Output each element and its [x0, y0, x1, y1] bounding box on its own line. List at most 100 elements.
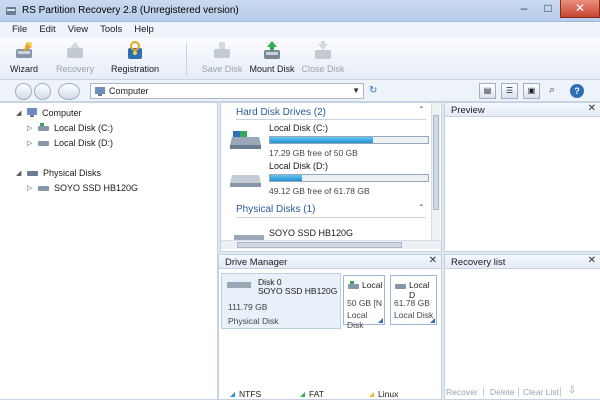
vertical-scrollbar[interactable] — [431, 103, 440, 241]
view-save-button[interactable]: ▣ — [523, 83, 540, 99]
address-bar: Computer ▼ ↻ ▤ ☰ ▣ ⌕ ? — [0, 80, 600, 102]
legend-ntfs: NTFS — [230, 389, 261, 399]
wizard-button[interactable]: Wizard — [6, 40, 42, 78]
tree-expand-icon[interactable]: ▷ — [27, 139, 37, 147]
ntfs-marker — [430, 318, 435, 323]
app-icon — [6, 7, 16, 15]
hard-drive-icon — [230, 175, 261, 187]
linux-color-swatch — [369, 391, 374, 397]
back-button[interactable] — [15, 83, 32, 100]
button-separator — [560, 387, 561, 397]
window-title: RS Partition Recovery 2.8 (Unregistered … — [22, 5, 239, 16]
search-icon[interactable]: ⌕ — [549, 84, 555, 97]
close-window-button[interactable]: ✕ — [560, 0, 600, 18]
toolbar: Wizard Recovery Registration Save Disk M… — [0, 38, 600, 80]
recovery-list-panel: Recovery list ✕ — [444, 254, 600, 400]
disk-0-card[interactable]: Disk 0 SOYO SSD HB120G 111.79 GB Physica… — [221, 273, 341, 329]
toolbar-separator — [186, 42, 187, 76]
tree-collapse-icon[interactable]: ◢ — [16, 169, 26, 177]
physical-disk-icon — [227, 282, 251, 288]
close-icon[interactable]: ✕ — [588, 103, 596, 114]
view-icons-button[interactable]: ▤ — [479, 83, 496, 99]
button-separator — [483, 387, 484, 397]
scrollbar-thumb[interactable] — [433, 115, 439, 210]
close-disk-icon — [315, 41, 331, 59]
menu-view[interactable]: View — [62, 22, 94, 38]
horizontal-scrollbar[interactable] — [221, 240, 441, 249]
menu-tools[interactable]: Tools — [94, 22, 128, 38]
address-field[interactable]: Computer ▼ — [90, 83, 364, 99]
partition-card-c[interactable]: Local 50 GB [N Local Disk — [343, 275, 385, 330]
registration-icon — [128, 41, 142, 59]
hard-disk-drives-heading: Hard Disk Drives (2) — [236, 107, 327, 118]
menu-file[interactable]: File — [6, 22, 33, 38]
tree-collapse-icon[interactable]: ◢ — [16, 109, 26, 117]
usage-bar — [269, 174, 429, 182]
recovery-button[interactable]: Recovery — [52, 40, 98, 78]
delete-button[interactable]: Delete — [490, 387, 515, 397]
title-bar: RS Partition Recovery 2.8 (Unregistered … — [0, 0, 600, 22]
refresh-icon[interactable]: ↻ — [369, 85, 377, 96]
partition-icon — [348, 281, 359, 289]
clear-list-button[interactable]: Clear List — [523, 387, 559, 397]
hard-drive-icon — [230, 131, 261, 149]
hard-drive-icon — [38, 186, 49, 191]
computer-icon — [27, 108, 37, 117]
usage-bar-fill — [270, 137, 374, 143]
registration-button[interactable]: Registration — [108, 40, 162, 78]
physical-disk-label[interactable]: SOYO SSD HB120G — [269, 228, 353, 238]
wizard-icon — [16, 42, 32, 58]
computer-icon — [95, 87, 105, 96]
section-collapse-icon[interactable]: ⌃ — [418, 203, 425, 212]
tree-expand-icon[interactable]: ▷ — [27, 184, 37, 192]
hard-drive-icon — [38, 141, 49, 146]
tree-expand-icon[interactable]: ▷ — [27, 124, 37, 132]
close-icon[interactable]: ✕ — [588, 255, 596, 266]
tree-item-ssd[interactable]: ▷ SOYO SSD HB120G — [27, 182, 138, 193]
scrollbar-thumb[interactable] — [237, 242, 402, 248]
hard-drive-icon — [38, 123, 49, 131]
drive-manager-panel: Drive Manager ✕ Disk 0 SOYO SSD HB120G 1… — [218, 254, 442, 400]
close-icon[interactable]: ✕ — [429, 255, 437, 266]
menu-bar: File Edit View Tools Help — [0, 22, 600, 38]
usage-bar-fill — [270, 175, 303, 181]
mount-disk-button[interactable]: Mount Disk — [247, 40, 297, 78]
tree-item-physical-disks[interactable]: ◢ Physical Disks — [16, 167, 101, 178]
forward-button[interactable] — [34, 83, 51, 100]
maximize-button[interactable]: □ — [536, 0, 560, 18]
recover-button[interactable]: Recover — [446, 387, 478, 397]
drive-card-c[interactable]: Local Disk (C:) 17.29 GB free of 50 GB — [229, 123, 429, 159]
chevron-down-icon[interactable]: ▼ — [352, 86, 360, 95]
partition-card-d[interactable]: Local D 61.78 GB Local Disk — [390, 275, 437, 325]
drive-manager-title: Drive Manager ✕ — [219, 255, 441, 269]
drives-panel: Hard Disk Drives (2) ⌃ Local Disk (C:) 1… — [220, 102, 442, 252]
usage-bar — [269, 136, 429, 144]
recover-icon[interactable]: ⇩ — [568, 385, 576, 396]
folder-tree-panel: ◢ Computer ▷ Local Disk (C:) ▷ Local Dis… — [0, 102, 218, 400]
history-button[interactable] — [58, 83, 80, 100]
recovery-list-title: Recovery list ✕ — [445, 255, 600, 269]
close-disk-button[interactable]: Close Disk — [301, 40, 345, 78]
view-list-button[interactable]: ☰ — [501, 83, 518, 99]
section-collapse-icon[interactable]: ⌃ — [418, 105, 425, 114]
drive-card-d[interactable]: Local Disk (D:) 49.12 GB free of 61.78 G… — [229, 161, 429, 197]
address-value: Computer — [109, 86, 149, 96]
fat-color-swatch — [300, 391, 305, 397]
physical-disks-heading: Physical Disks (1) — [236, 204, 316, 215]
menu-edit[interactable]: Edit — [33, 22, 61, 38]
legend-fat: FAT — [300, 389, 324, 399]
preview-title: Preview ✕ — [445, 103, 600, 117]
help-icon[interactable]: ? — [570, 84, 584, 98]
button-separator — [518, 387, 519, 397]
save-disk-button[interactable]: Save Disk — [200, 40, 244, 78]
tree-item-local-c[interactable]: ▷ Local Disk (C:) — [27, 122, 113, 133]
partition-icon — [395, 284, 406, 289]
tree-item-local-d[interactable]: ▷ Local Disk (D:) — [27, 137, 113, 148]
menu-help[interactable]: Help — [128, 22, 160, 38]
minimize-button[interactable]: – — [512, 0, 536, 18]
physical-disk-icon — [27, 171, 38, 176]
legend-linux: Linux — [369, 389, 398, 399]
tree-item-computer[interactable]: ◢ Computer — [16, 107, 82, 118]
section-divider — [236, 119, 426, 120]
mount-disk-icon — [264, 41, 280, 59]
